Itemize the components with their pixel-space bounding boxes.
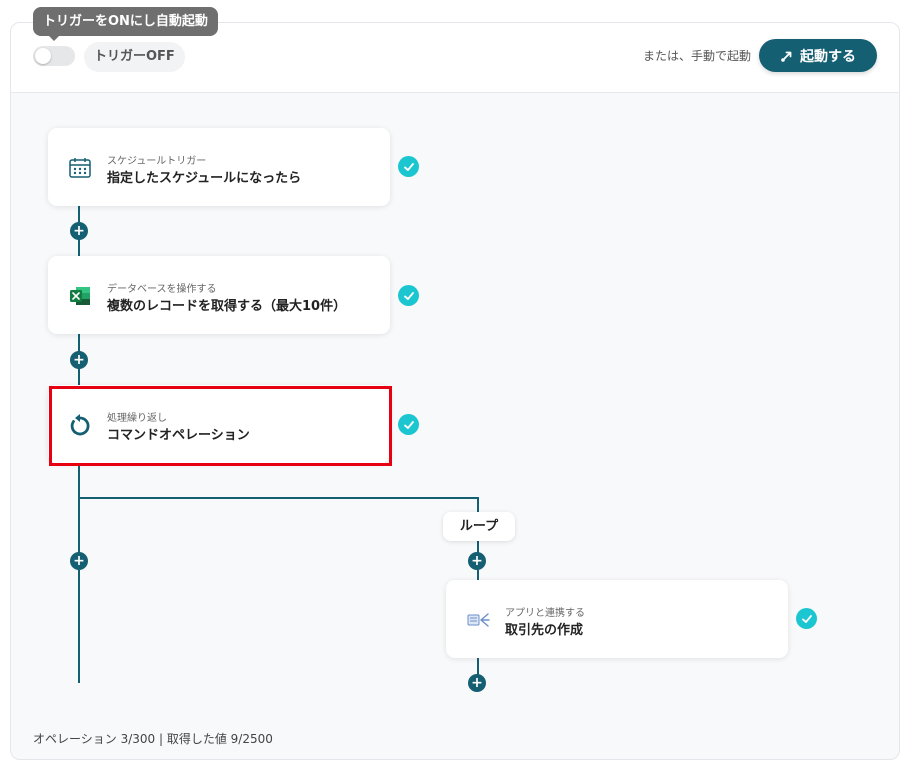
launch-icon	[781, 51, 792, 62]
loop-label: ループ	[443, 512, 515, 541]
check-icon	[398, 285, 419, 306]
check-icon	[796, 608, 817, 629]
check-icon	[398, 156, 419, 177]
excel-icon	[70, 287, 90, 305]
step-card-schedule-trigger[interactable]: スケジュールトリガー 指定したスケジュールになったら	[48, 128, 390, 206]
step-title: 複数のレコードを取得する（最大10件）	[107, 299, 347, 314]
step-type: アプリと連携する	[505, 608, 585, 619]
step-type: スケジュールトリガー	[107, 156, 207, 167]
app-icon	[467, 613, 490, 627]
start-button-label: 起動する	[800, 48, 856, 65]
step-card-database[interactable]: データベースを操作する 複数のレコードを取得する（最大10件）	[48, 256, 390, 334]
step-title: 指定したスケジュールになったら	[107, 171, 302, 186]
manual-start-text: または、手動で起動	[643, 49, 752, 63]
loop-branch-connector	[78, 497, 479, 499]
step-type: 処理繰り返し	[107, 413, 167, 424]
add-loop-step-button[interactable]: +	[468, 552, 486, 570]
calendar-icon	[69, 158, 91, 178]
step-title: コマンドオペレーション	[107, 428, 250, 443]
trigger-status-label: トリガーOFF	[84, 42, 185, 72]
trigger-toggle[interactable]	[33, 46, 75, 66]
step-card-loop[interactable]: 処理繰り返し コマンドオペレーション	[48, 385, 390, 463]
add-step-button[interactable]: +	[70, 351, 88, 369]
check-icon	[398, 414, 419, 435]
add-step-button[interactable]: +	[70, 552, 88, 570]
start-button[interactable]: 起動する	[759, 39, 877, 72]
toggle-knob	[35, 48, 51, 64]
loop-icon	[70, 414, 90, 436]
step-type: データベースを操作する	[107, 284, 217, 295]
add-loop-step-button[interactable]: +	[468, 674, 486, 692]
step-card-app-integration[interactable]: アプリと連携する 取引先の作成	[446, 580, 788, 658]
add-step-button[interactable]: +	[70, 222, 88, 240]
trigger-tooltip: トリガーをONにし自動起動	[33, 7, 218, 41]
usage-footer: オペレーション 3/300 | 取得した値 9/2500	[33, 732, 273, 746]
step-title: 取引先の作成	[505, 623, 584, 638]
